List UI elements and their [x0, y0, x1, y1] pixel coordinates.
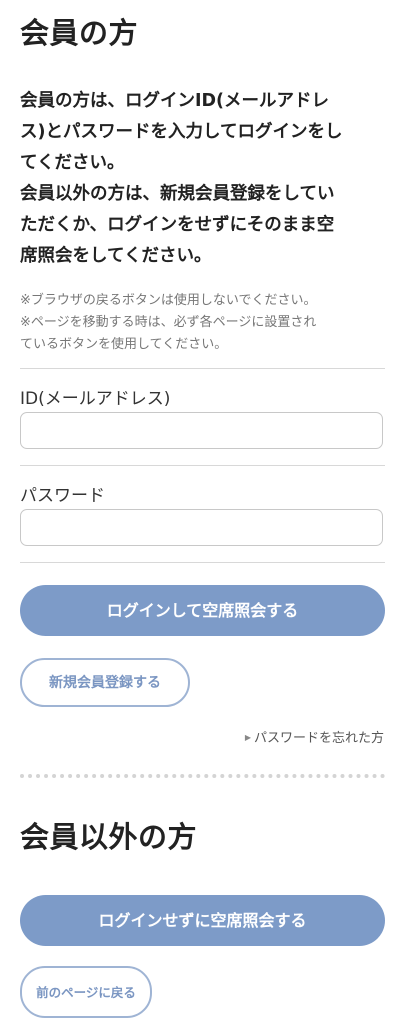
nonmember-section-title: 会員以外の方 [20, 820, 198, 854]
dotted-divider [20, 774, 385, 778]
divider [20, 368, 385, 369]
register-button[interactable]: 新規会員登録する [20, 658, 190, 707]
intro-line: 会員の方は、ログインID(メールアドレ [20, 91, 330, 111]
password-field-label: パスワード [20, 486, 105, 506]
intro-line: 席照会をしてください。 [20, 246, 212, 266]
intro-line: てください。 [20, 153, 125, 173]
id-input[interactable] [20, 412, 383, 449]
login-search-button[interactable]: ログインして空席照会する [20, 585, 385, 636]
note-line: ているボタンを使用してください。 [20, 337, 228, 352]
password-input[interactable] [20, 509, 383, 546]
login-page: 会員の方 会員の方は、ログインID(メールアドレ ス)とパスワードを入力してログイ… [0, 0, 405, 1024]
intro-line: ス)とパスワードを入力してログインをし [20, 122, 343, 142]
note-line: ※ページを移動する時は、必ず各ページに設置され [20, 315, 317, 330]
forgot-password-link[interactable]: ▶ パスワードを忘れた方 [245, 727, 384, 746]
member-section-title: 会員の方 [20, 16, 139, 50]
id-field-label: ID(メールアドレス) [20, 389, 171, 409]
back-button[interactable]: 前のページに戻る [20, 966, 152, 1018]
divider [20, 465, 385, 466]
intro-line: 会員以外の方は、新規会員登録をしてい [20, 184, 335, 204]
triangle-right-icon: ▶ [244, 733, 251, 742]
guest-search-button[interactable]: ログインせずに空席照会する [20, 895, 385, 946]
notes-text: ※ブラウザの戻るボタンは使用しないでください。 ※ページを移動する時は、必ず各ペー… [20, 290, 385, 356]
intro-line: ただくか、ログインをせずにそのまま空 [20, 215, 335, 235]
note-line: ※ブラウザの戻るボタンは使用しないでください。 [20, 293, 317, 308]
member-intro-text: 会員の方は、ログインID(メールアドレ ス)とパスワードを入力してログインをし てく… [20, 86, 385, 272]
divider [20, 562, 385, 563]
forgot-password-label: パスワードを忘れた方 [253, 731, 384, 746]
